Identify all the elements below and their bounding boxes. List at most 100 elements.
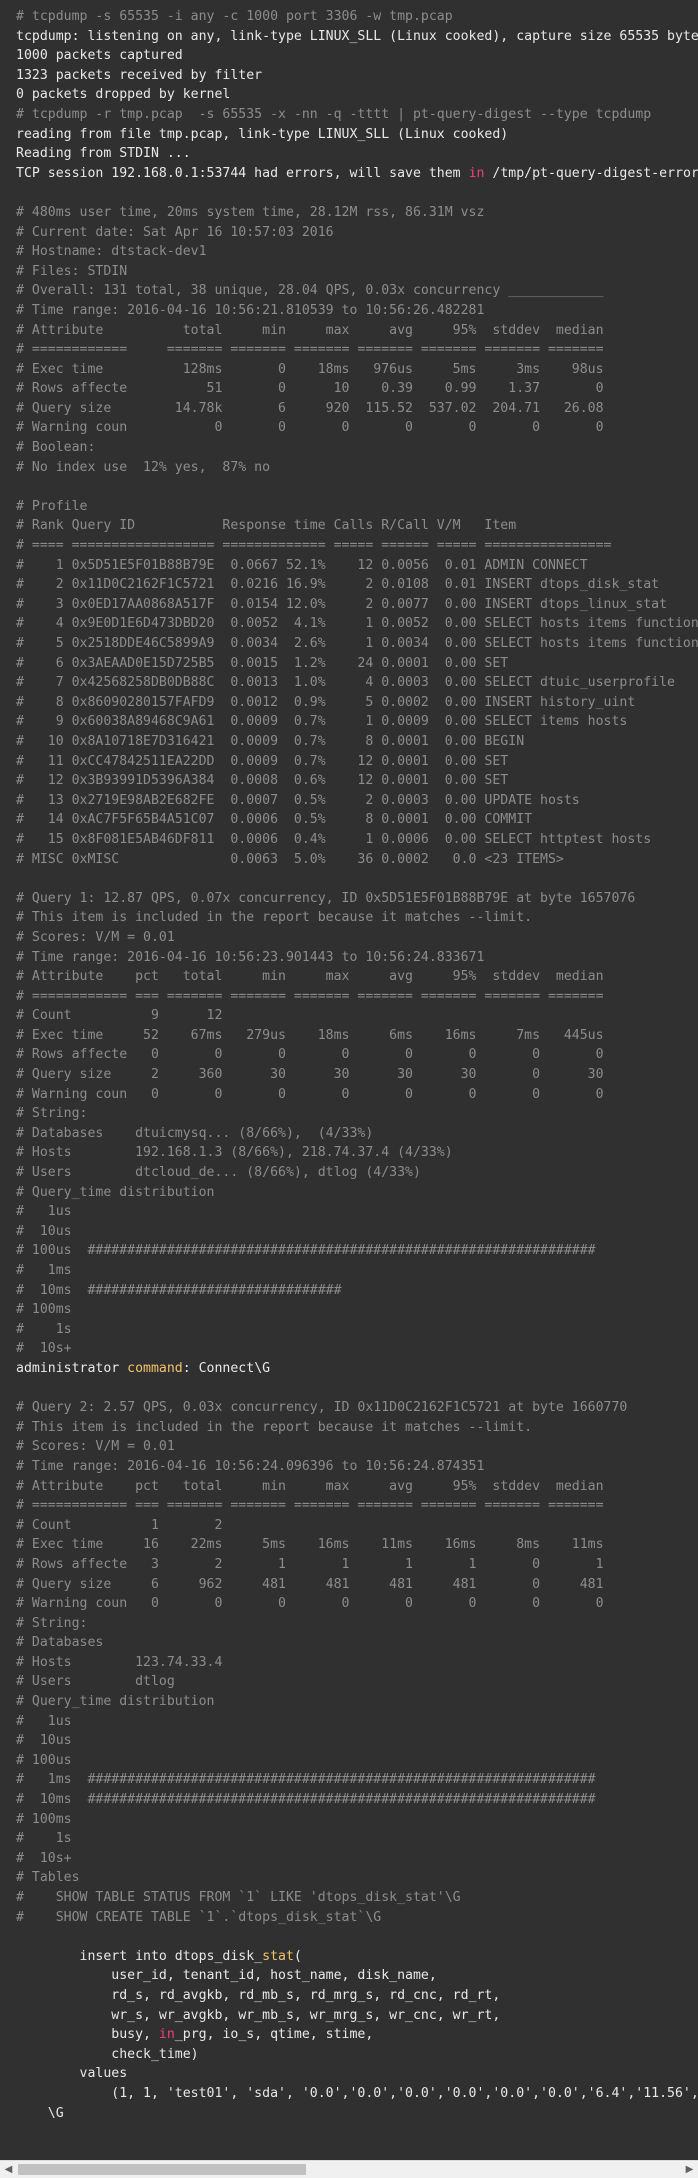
code-line: # Warning coun 0 0 0 0 0 0 0 <box>0 418 698 438</box>
code-line: # 1 0x5D51E5F01B88B79E 0.0667 52.1% 12 0… <box>0 556 698 576</box>
code-token: # 100ms <box>16 1302 72 1318</box>
horizontal-scrollbar[interactable]: ◀ ▶ <box>0 2160 698 2178</box>
code-line: # 13 0x2719E98AB2E682FE 0.0007 0.5% 2 0.… <box>0 791 698 811</box>
code-line: # ============ === ======= ======= =====… <box>0 1496 698 1516</box>
scroll-right-arrow-icon[interactable]: ▶ <box>681 2161 698 2178</box>
code-line: # 10s+ <box>0 1339 698 1359</box>
code-line: # 480ms user time, 20ms system time, 28.… <box>0 203 698 223</box>
code-line: # Current date: Sat Apr 16 10:57:03 2016 <box>0 223 698 243</box>
code-token: # Query_time distribution <box>16 1184 215 1200</box>
code-line: # 6 0x3AEAAD0E15D725B5 0.0015 1.2% 24 0.… <box>0 654 698 674</box>
code-token: /tmp/pt-query-digest-errors <box>484 165 698 181</box>
code-token: in <box>468 165 485 181</box>
code-token: # 10s+ <box>16 1850 72 1866</box>
code-token: # Time range: 2016-04-16 10:56:23.901443… <box>16 949 485 965</box>
code-line: wr_s, wr_avgkb, wr_mb_s, wr_mrg_s, wr_cn… <box>0 2006 698 2026</box>
code-token: # String: <box>16 1615 88 1631</box>
code-line: # Query_time distribution <box>0 1183 698 1203</box>
code-token: # ==== ================== ============= … <box>16 538 612 554</box>
code-line <box>0 477 698 497</box>
code-token: # Rows affecte 3 2 1 1 1 1 0 1 <box>16 1556 604 1572</box>
code-token: # Query 1: 12.87 QPS, 0.07x concurrency,… <box>16 890 636 906</box>
code-token: 1323 packets received by filter <box>16 67 263 83</box>
code-line: # Count 1 2 <box>0 1516 698 1536</box>
code-line: # Boolean: <box>0 438 698 458</box>
code-line: # Profile <box>0 497 698 517</box>
code-line: # 100us ################################… <box>0 1241 698 1261</box>
code-line <box>0 1379 698 1399</box>
code-line: # Query size 6 962 481 481 481 481 0 481 <box>0 1575 698 1595</box>
code-line: # Overall: 131 total, 38 unique, 28.04 Q… <box>0 281 698 301</box>
code-line: # Time range: 2016-04-16 10:56:21.810539… <box>0 301 698 321</box>
code-token: # Time range: 2016-04-16 10:56:21.810539… <box>16 302 485 318</box>
code-line: # Time range: 2016-04-16 10:56:24.096396… <box>0 1457 698 1477</box>
code-token: # Databases dtuicmysq... (8/66%), (4/33%… <box>16 1125 374 1141</box>
code-token: # SHOW TABLE STATUS FROM `1` LIKE 'dtops… <box>16 1890 461 1905</box>
code-line: busy, in_prg, io_s, qtime, stime, <box>0 2025 698 2045</box>
code-token: # This item is included in the report be… <box>16 910 533 926</box>
code-line: # Hosts 123.74.33.4 <box>0 1653 698 1673</box>
code-line: # 2 0x11D0C2162F1C5721 0.0216 16.9% 2 0.… <box>0 575 698 595</box>
code-token: administrator <box>16 1360 128 1376</box>
code-line: # 3 0x0ED17AA0868A517F 0.0154 12.0% 2 0.… <box>0 595 698 615</box>
code-token: # Query size 14.78k 6 920 115.52 537.02 … <box>16 400 604 416</box>
code-token: stat <box>262 1948 294 1964</box>
code-line: # This item is included in the report be… <box>0 908 698 928</box>
code-line: # Files: STDIN <box>0 262 698 282</box>
terminal-output: # tcpdump -s 65535 -i any -c 1000 port 3… <box>0 7 698 2123</box>
code-line: # Users dtcloud_de... (8/66%), dtlog (4/… <box>0 1163 698 1183</box>
code-line: # Exec time 52 67ms 279us 18ms 6ms 16ms … <box>0 1026 698 1046</box>
code-line: # Exec time 16 22ms 5ms 16ms 11ms 16ms 8… <box>0 1535 698 1555</box>
code-line: # 100ms <box>0 1300 698 1320</box>
code-token: insert into dtops_disk_ <box>16 1948 263 1964</box>
scroll-left-arrow-icon[interactable]: ◀ <box>0 2161 17 2178</box>
code-token: # Warning coun 0 0 0 0 0 0 0 0 <box>16 1086 604 1102</box>
code-line: # 15 0x8F081E5AB46DF811 0.0006 0.4% 1 0.… <box>0 830 698 850</box>
code-line: # Hosts 192.168.1.3 (8/66%), 218.74.37.4… <box>0 1143 698 1163</box>
code-token: # 1s <box>16 1321 72 1337</box>
code-token: # Query size 2 360 30 30 30 30 0 30 <box>16 1067 604 1083</box>
code-token: # Time range: 2016-04-16 10:56:24.096396… <box>16 1458 485 1474</box>
code-token: # 1us <box>16 1204 72 1220</box>
code-token: values <box>16 2066 128 2082</box>
code-token: command <box>127 1360 183 1376</box>
code-token: \G <box>16 2105 64 2121</box>
code-token: # 10us <box>16 1223 72 1239</box>
code-line: # Scores: V/M = 0.01 <box>0 1437 698 1457</box>
code-token: : Connect\G <box>182 1360 271 1376</box>
code-line: # 11 0xCC47842511EA22DD 0.0009 0.7% 12 0… <box>0 752 698 772</box>
code-line: # Attribute pct total min max avg 95% st… <box>0 967 698 987</box>
code-token: # 8 0x86090280157FAFD9 0.0012 0.9% 5 0.0… <box>16 694 636 710</box>
code-token: wr_s, wr_avgkb, wr_mb_s, wr_mrg_s, wr_cn… <box>16 2007 501 2023</box>
code-line: # Query 2: 2.57 QPS, 0.03x concurrency, … <box>0 1398 698 1418</box>
code-line: TCP session 192.168.0.1:53744 had errors… <box>0 164 698 184</box>
code-token: # Scores: V/M = 0.01 <box>16 1439 175 1455</box>
code-token: # Query_time distribution <box>16 1694 215 1710</box>
code-token: # 10 0x8A10718E7D316421 0.0009 0.7% 8 0.… <box>16 733 525 749</box>
code-line: # SHOW TABLE STATUS FROM `1` LIKE 'dtops… <box>0 1888 698 1908</box>
code-token: # 6 0x3AEAAD0E15D725B5 0.0015 1.2% 24 0.… <box>16 655 509 671</box>
code-token: # Current date: Sat Apr 16 10:57:03 2016 <box>16 224 334 240</box>
code-line: # Warning coun 0 0 0 0 0 0 0 0 <box>0 1085 698 1105</box>
code-line: values <box>0 2064 698 2084</box>
code-token: # MISC 0xMISC 0.0063 5.0% 36 0.0002 0.0 … <box>16 851 564 867</box>
code-line: check_time) <box>0 2045 698 2065</box>
code-token: # Exec time 16 22ms 5ms 16ms 11ms 16ms 8… <box>16 1537 604 1553</box>
code-token: # Users dtcloud_de... (8/66%), dtlog (4/… <box>16 1165 421 1181</box>
scrollbar-thumb[interactable] <box>18 2164 306 2175</box>
code-token: # tcpdump -r tmp.pcap -s 65535 -x -nn -q… <box>16 106 652 122</box>
code-token: # tcpdump -s 65535 -i any -c 1000 port 3… <box>16 9 453 24</box>
code-line: # 1ms ##################################… <box>0 1770 698 1790</box>
code-line <box>0 869 698 889</box>
code-viewer[interactable]: # tcpdump -s 65535 -i any -c 1000 port 3… <box>0 0 698 2160</box>
code-line: # Query_time distribution <box>0 1692 698 1712</box>
code-line: # No index use 12% yes, 87% no <box>0 458 698 478</box>
code-line: # 100us <box>0 1751 698 1771</box>
code-line: # 1ms <box>0 1261 698 1281</box>
code-token: # Exec time 128ms 0 18ms 976us 5ms 3ms 9… <box>16 361 604 377</box>
code-token: # Query size 6 962 481 481 481 481 0 481 <box>16 1576 604 1592</box>
code-token: # 100ms <box>16 1811 72 1827</box>
